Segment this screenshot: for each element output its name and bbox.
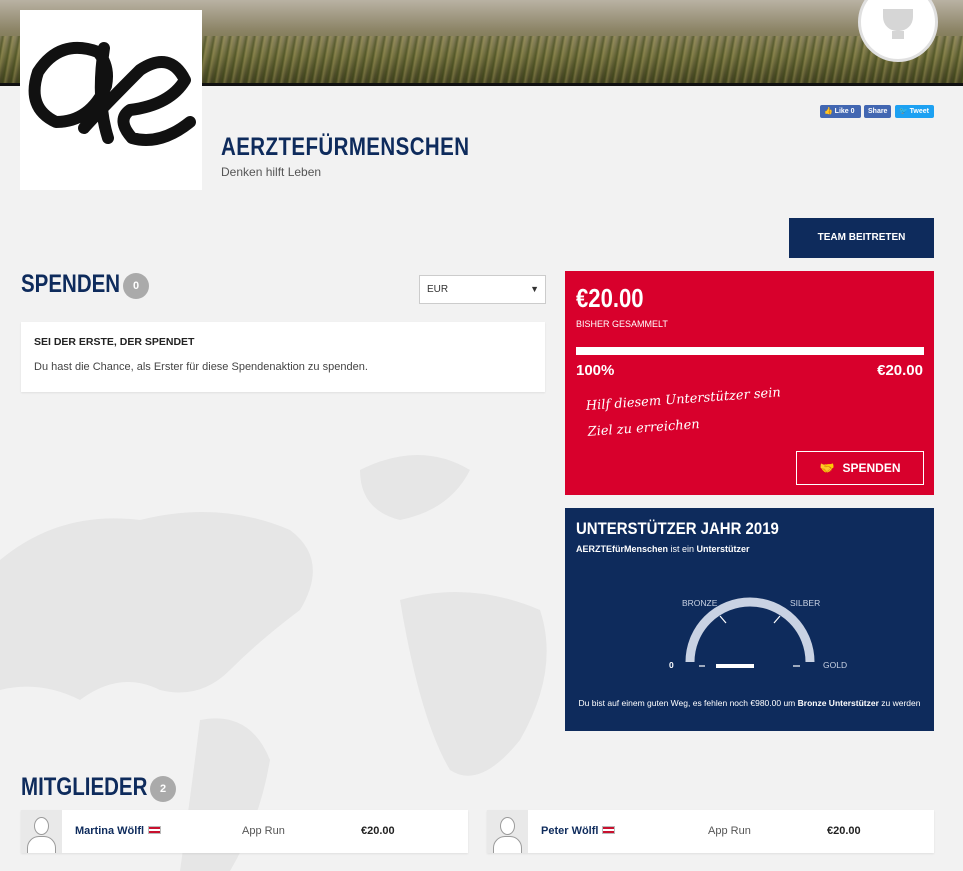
fundraising-card: €20.00 BISHER GESAMMELT 100% €20.00 Hilf… [565,271,934,495]
raised-label: BISHER GESAMMELT [576,319,668,329]
gauge-label-zero: 0 [669,660,674,670]
member-amount: €20.00 [827,825,861,837]
member-amount: €20.00 [361,825,395,837]
dropdown-arrow-icon: ▼ [530,284,539,294]
member-name-text: Peter Wölfl [541,825,599,837]
gauge-label-bronze: BRONZE [682,598,718,608]
gauge-label-silber: SILBER [790,598,821,608]
empty-donations-text: Du hast die Chance, als Erster für diese… [34,361,368,373]
member-name[interactable]: Martina Wölfl [75,825,162,837]
trophy-base [892,31,904,39]
supporter-note: Du bist auf einem guten Weg, es fehlen n… [565,698,934,708]
donate-button[interactable]: 🤝 SPENDEN [796,451,924,485]
gauge-tick-right [773,615,781,624]
avatar [21,810,62,853]
twitter-bird-icon: 🐦 [899,108,908,115]
gauge-needle [716,664,754,668]
members-count-badge: 2 [150,776,176,802]
currency-select[interactable]: EUR ▼ [419,275,546,304]
empty-donations-heading: SEI DER ERSTE, DER SPENDET [34,336,195,348]
tweet-label: Tweet [909,108,929,115]
note-bold: Bronze Unterstützer [797,698,879,708]
supporter-subtitle-middle: ist ein [668,544,697,554]
member-name-text: Martina Wölfl [75,825,145,837]
progress-bar-fill [576,347,924,355]
join-team-button[interactable]: TEAM BEITRETEN [789,218,934,258]
member-event: App Run [708,825,751,837]
donate-label: SPENDEN [842,461,901,475]
raised-amount: €20.00 [576,283,644,313]
gauge-tick-left [719,615,727,624]
facebook-share-button[interactable]: Share [864,105,891,118]
austria-flag-icon [602,826,616,834]
ae-logo-icon [28,42,196,146]
member-card[interactable]: Martina Wölfl App Run €20.00 [21,810,468,853]
donations-count-badge: 0 [123,273,149,299]
supporter-team-name: AERZTEfürMenschen [576,544,669,554]
supporter-title: UNTERSTÜTZER JAHR 2019 [576,519,779,538]
empty-donations-card: SEI DER ERSTE, DER SPENDET Du hast die C… [21,322,545,392]
member-event: App Run [242,825,285,837]
members-heading: MITGLIEDER [21,773,148,801]
team-name: AERZTEFÜRMENSCHEN [221,133,470,161]
like-label: Like 0 [834,108,855,115]
austria-flag-icon [148,826,162,834]
handwritten-message: Hilf diesem Unterstützer sein Ziel zu er… [585,377,828,446]
currency-selected-value: EUR [427,284,449,295]
donations-heading: SPENDEN [21,270,121,298]
handshake-icon: 🤝 [819,461,835,475]
team-logo [20,10,202,190]
note-start: Du bist auf einem guten Weg, es fehlen n… [578,698,798,708]
member-card[interactable]: Peter Wölfl App Run €20.00 [487,810,934,853]
team-tagline: Denken hilft Leben [221,165,322,179]
supporter-level-card: UNTERSTÜTZER JAHR 2019 AERZTEfürMenschen… [565,508,934,731]
supporter-level: Unterstützer [696,544,750,554]
supporter-subtitle: AERZTEfürMenschen ist ein Unterstützer [576,544,750,554]
twitter-tweet-button[interactable]: 🐦 Tweet [895,105,934,118]
member-name[interactable]: Peter Wölfl [541,825,616,837]
gauge-label-gold: GOLD [823,660,848,670]
note-end: zu werden [878,698,921,708]
progress-bar [576,347,924,355]
goal-amount: €20.00 [877,362,923,379]
thumbs-up-icon: 👍 [824,108,833,115]
progress-percent: 100% [576,362,615,379]
avatar [487,810,528,853]
facebook-like-button[interactable]: 👍 Like 0 [820,105,861,118]
trophy-icon [883,9,913,31]
